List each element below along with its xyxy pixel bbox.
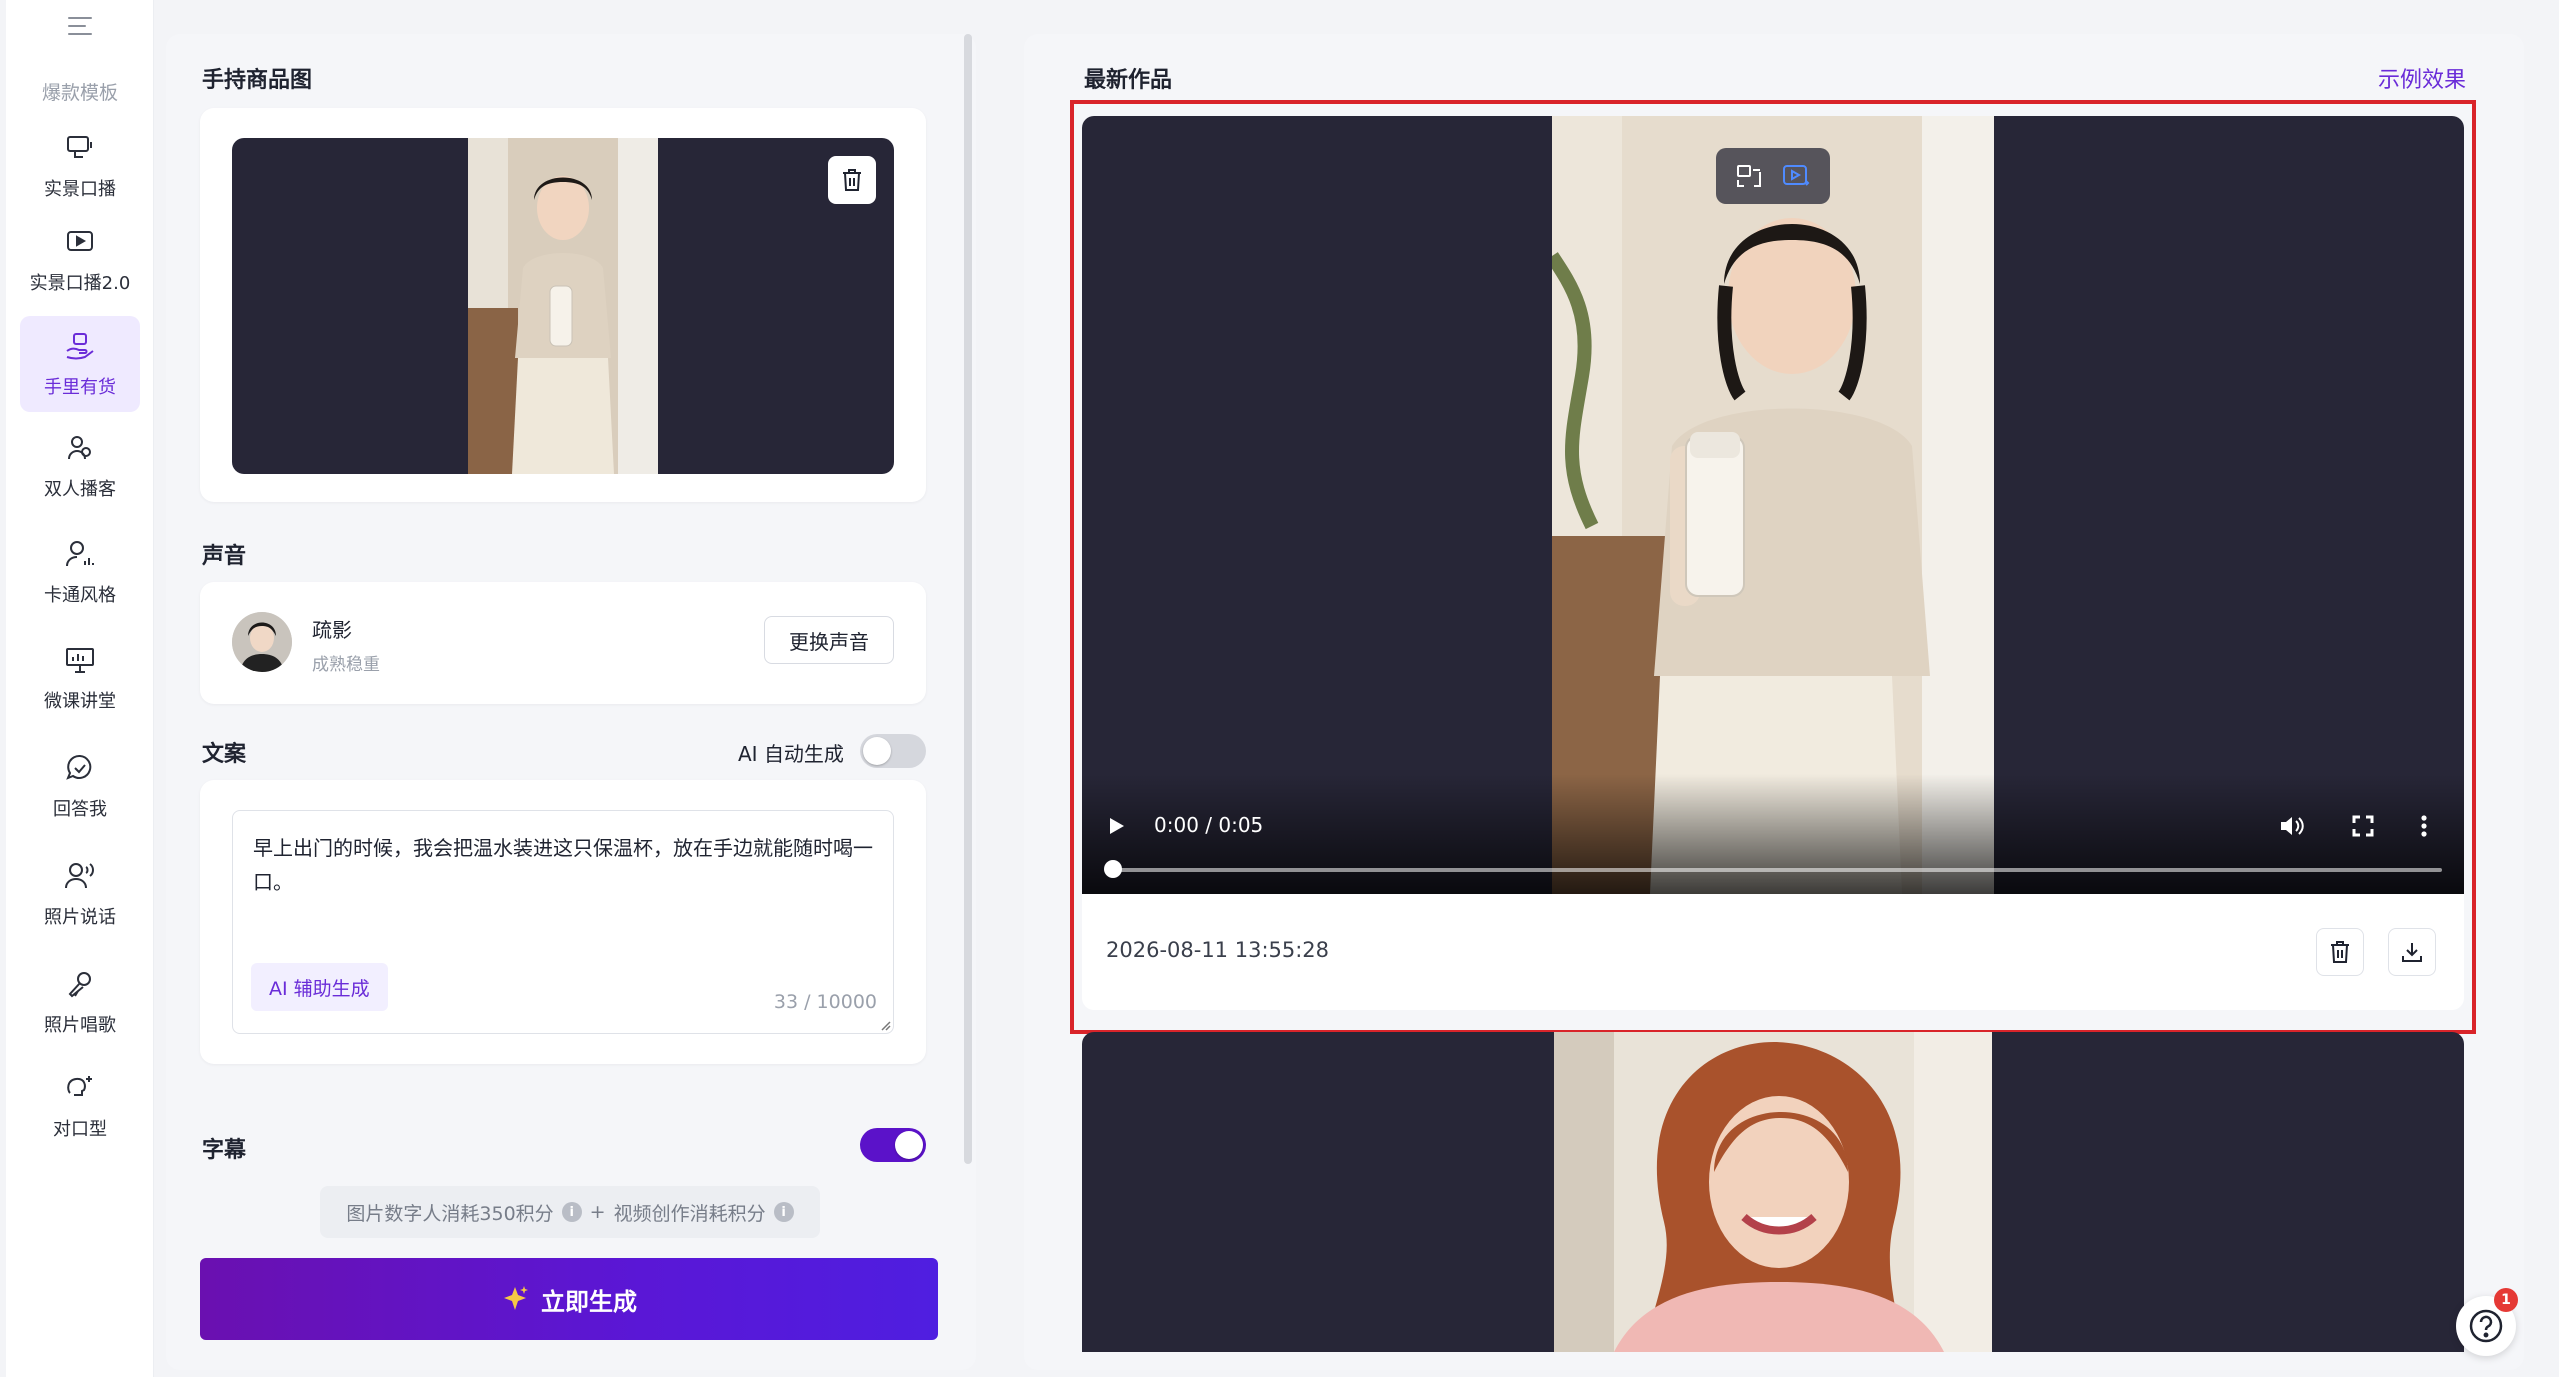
person-speaking-icon	[63, 859, 97, 893]
work-card: 0:00 / 0:05 2026-08-11 13:55:28	[1082, 116, 2464, 1010]
play-screen-icon	[63, 225, 97, 259]
pip-icon[interactable]	[1735, 162, 1763, 190]
script-text: 早上出门的时候，我会把温水装进这只保温杯，放在手边就能随时喝一口。	[253, 836, 873, 894]
work-card	[1082, 1032, 2464, 1352]
microphone-icon	[63, 967, 97, 1001]
subtitle-toggle[interactable]	[860, 1128, 926, 1162]
lip-sync-icon	[63, 1071, 97, 1105]
work-date: 2026-08-11 13:55:28	[1106, 938, 1330, 962]
product-image-title: 手持商品图	[202, 68, 313, 93]
product-image-preview	[232, 138, 894, 474]
works-title: 最新作品	[1084, 68, 1173, 93]
hand-product-icon	[63, 329, 97, 363]
video-controls-overlay	[1082, 774, 2464, 894]
cost-plus: +	[589, 1201, 606, 1223]
video-frame	[1554, 1032, 1992, 1352]
info-icon[interactable]: i	[773, 1202, 794, 1222]
delete-work-button[interactable]	[2316, 928, 2364, 976]
form-scrollbar[interactable]	[964, 34, 972, 1164]
change-voice-button[interactable]: 更换声音	[764, 616, 894, 664]
generate-label: 立即生成	[541, 1287, 637, 1316]
form-panel: 手持商品图 声音 疏影 成熟稳重 更换声音 文案 AI 自动生成 早上出门的时候…	[166, 34, 976, 1370]
sidebar-item-6[interactable]: 回答我	[20, 738, 140, 834]
product-image-card	[200, 108, 926, 502]
sidebar-item-label: 卡通风格	[44, 585, 116, 606]
sidebar-item-3[interactable]: 双人播客	[20, 418, 140, 514]
play-button[interactable]	[1104, 806, 1128, 846]
product-photo	[468, 138, 658, 474]
example-link[interactable]: 示例效果	[2378, 62, 2466, 94]
works-panel: 最新作品 示例效果 0:00 / 0:05 2026-08-11 13:55:2…	[1024, 34, 2524, 1370]
help-icon	[2469, 1309, 2503, 1343]
voice-description: 成熟稳重	[312, 655, 380, 675]
voice-card: 疏影 成熟稳重 更换声音	[200, 582, 926, 704]
sidebar-item-8[interactable]: 照片唱歌	[20, 954, 140, 1050]
trash-icon	[843, 169, 861, 191]
chat-check-icon	[63, 751, 97, 785]
presentation-board-icon	[63, 643, 97, 677]
download-icon	[2402, 943, 2422, 962]
sidebar-item-2[interactable]: 手里有货	[20, 316, 140, 412]
script-card: 早上出门的时候，我会把温水装进这只保温杯，放在手边就能随时喝一口。 AI 辅助生…	[200, 780, 926, 1064]
sidebar-item-label: 实景口播2.0	[29, 273, 131, 294]
voice-title: 声音	[202, 544, 247, 569]
sparkle-icon	[504, 1286, 528, 1310]
video-progress-bar[interactable]	[1112, 868, 2442, 872]
script-textarea[interactable]: 早上出门的时候，我会把温水装进这只保温杯，放在手边就能随时喝一口。 AI 辅助生…	[232, 810, 894, 1034]
notification-badge: 1	[2494, 1288, 2518, 1312]
sidebar-item-label: 手里有货	[44, 377, 116, 398]
video-cost-text: 视频创作消耗积分	[613, 1202, 766, 1225]
ai-assist-button[interactable]: AI 辅助生成	[251, 963, 388, 1011]
voice-name: 疏影	[312, 618, 352, 642]
image-cost-text: 图片数字人消耗350积分	[346, 1202, 554, 1225]
sidebar-item-1[interactable]: 实景口播2.0	[20, 212, 140, 308]
talking-screen-icon	[63, 131, 97, 165]
sidebar-item-7[interactable]: 照片说话	[20, 846, 140, 942]
download-work-button[interactable]	[2388, 928, 2436, 976]
video-time: 0:00 / 0:05	[1154, 813, 1264, 837]
more-options-button[interactable]	[2420, 806, 2428, 846]
avatar	[232, 612, 292, 672]
video-player[interactable]: 0:00 / 0:05	[1082, 116, 2464, 894]
sidebar-item-label: 照片唱歌	[44, 1015, 116, 1036]
cost-info: 图片数字人消耗350积分 i + 视频创作消耗积分 i	[320, 1186, 820, 1238]
play-icon	[1110, 818, 1124, 834]
sidebar-item-label: 实景口播	[44, 179, 116, 200]
sidebar-item-5[interactable]: 微课讲堂	[20, 630, 140, 726]
fullscreen-icon	[2352, 815, 2374, 837]
sidebar-section-label: 爆款模板	[41, 82, 118, 104]
resize-handle-icon[interactable]	[879, 1019, 891, 1031]
sidebar-item-9[interactable]: 对口型	[20, 1058, 140, 1154]
sidebar-item-label: 回答我	[53, 799, 107, 820]
sidebar-item-label: 照片说话	[44, 907, 116, 928]
info-icon[interactable]: i	[561, 1202, 582, 1222]
video-tools	[1716, 148, 1830, 204]
toggle-knob	[895, 1131, 923, 1159]
sidebar-item-label: 对口型	[53, 1119, 107, 1140]
generate-button[interactable]: 立即生成	[200, 1258, 938, 1340]
fullscreen-button[interactable]	[2352, 806, 2374, 846]
volume-button[interactable]	[2278, 806, 2306, 846]
char-counter: 33 / 10000	[773, 991, 877, 1013]
ai-auto-toggle[interactable]	[860, 734, 926, 768]
delete-image-button[interactable]	[828, 156, 876, 204]
video-progress-handle[interactable]	[1104, 860, 1122, 878]
sidebar-item-label: 微课讲堂	[44, 691, 116, 712]
subtitle-title: 字幕	[202, 1138, 247, 1163]
script-title: 文案	[202, 742, 247, 767]
sidebar-item-0[interactable]: 实景口播	[20, 118, 140, 214]
two-people-icon	[63, 431, 97, 465]
sidebar-item-4[interactable]: 卡通风格	[20, 524, 140, 620]
menu-toggle-icon[interactable]	[66, 12, 94, 40]
cartoon-person-icon	[63, 537, 97, 571]
trash-icon	[2331, 941, 2349, 963]
sidebar: 爆款模板 实景口播 实景口播2.0 手里有货 双人播客 卡通风格 微课讲堂 回答…	[6, 0, 154, 1377]
more-vertical-icon	[2421, 815, 2427, 837]
ai-auto-label: AI 自动生成	[738, 742, 844, 766]
toggle-knob	[863, 737, 891, 765]
volume-icon	[2281, 817, 2304, 835]
ai-video-icon[interactable]	[1781, 162, 1811, 190]
sidebar-item-label: 双人播客	[44, 479, 116, 500]
